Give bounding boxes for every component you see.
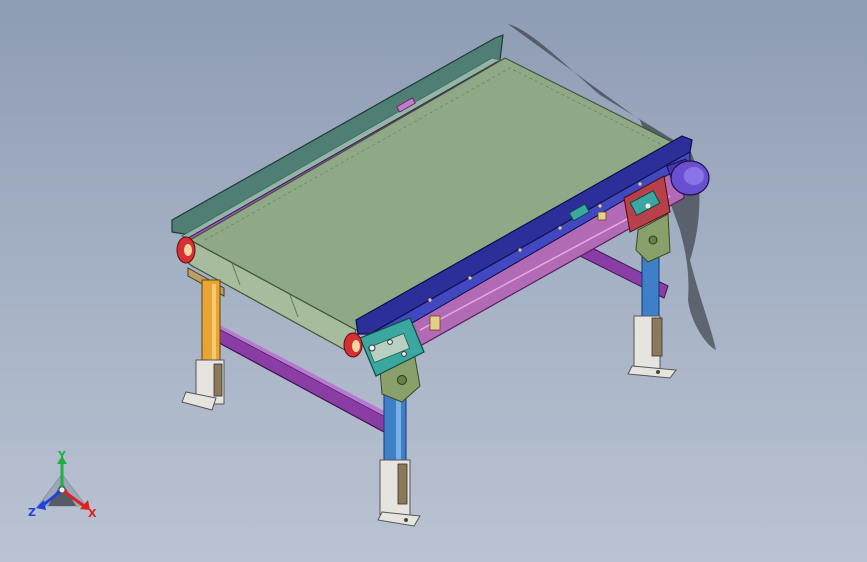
tensioner-block <box>429 315 441 331</box>
view-orientation-triad[interactable]: Y X Z <box>28 449 97 520</box>
front-left-roller-hub <box>184 244 192 256</box>
triad-x-label: X <box>88 507 97 520</box>
triad-y-label: Y <box>57 449 67 462</box>
rail-mount-block-small <box>597 211 607 221</box>
bracket-bolt <box>648 235 658 245</box>
conveyor-model[interactable]: Y X Z <box>0 0 867 562</box>
idler-roller-hub <box>352 340 360 352</box>
triad-z-label: Z <box>28 506 36 519</box>
front-left-leg[interactable] <box>181 267 225 411</box>
bracket-bolt <box>397 375 407 385</box>
cad-viewport[interactable]: Y X Z <box>0 0 867 562</box>
triad-origin <box>59 487 65 493</box>
